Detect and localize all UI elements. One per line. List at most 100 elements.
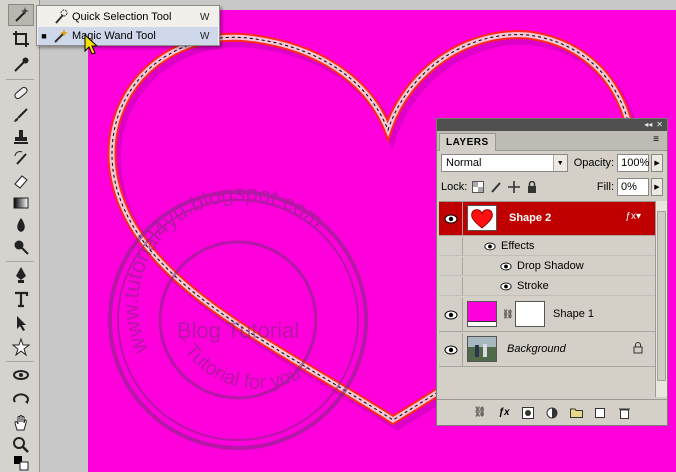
magic-wand-tool[interactable]	[8, 4, 34, 26]
clone-stamp-icon	[14, 130, 28, 144]
opacity-slider-button[interactable]: ▶	[651, 154, 663, 172]
effect-label: Drop Shadow	[517, 260, 584, 272]
quick-selection-shortcut: W	[200, 11, 210, 23]
link-icon[interactable]: ⛓	[502, 309, 513, 320]
layer-thumbnail	[467, 301, 497, 327]
layer-effects-fx-icon[interactable]: ƒx▾	[625, 211, 641, 222]
healing-brush-icon	[14, 86, 28, 100]
dodge-tool[interactable]	[8, 236, 34, 258]
hand-tool[interactable]	[8, 412, 34, 434]
type-icon	[15, 291, 29, 308]
layers-panel-footer: ⛓ ƒx	[437, 399, 667, 425]
blend-mode-select[interactable]: Normal ▼	[441, 154, 568, 172]
layer-thumbnail	[467, 336, 497, 362]
visibility-eye-icon[interactable]	[499, 280, 513, 292]
brush-tool[interactable]	[8, 104, 34, 126]
adjustment-layer-icon[interactable]	[545, 406, 559, 420]
lock-all-icon[interactable]	[525, 180, 539, 194]
lock-image-icon[interactable]	[489, 180, 503, 194]
eraser-tool[interactable]	[8, 170, 34, 192]
add-mask-icon[interactable]	[521, 406, 535, 420]
collapse-icon[interactable]: ◂◂	[644, 121, 652, 129]
dodge-icon	[14, 240, 29, 255]
eyedropper-tool[interactable]	[8, 54, 34, 76]
color-swatches[interactable]	[8, 452, 34, 472]
hand-icon	[14, 415, 27, 431]
lock-position-icon[interactable]	[507, 180, 521, 194]
eraser-icon	[14, 175, 28, 189]
panel-menu-icon[interactable]: ≡	[649, 135, 663, 147]
quick-selection-tool-item[interactable]: Quick Selection Tool W	[38, 8, 218, 26]
quick-selection-icon	[50, 9, 72, 25]
blend-mode-value: Normal	[446, 157, 482, 169]
quick-selection-label: Quick Selection Tool	[72, 11, 172, 23]
history-brush-icon	[14, 151, 27, 165]
fill-slider-button[interactable]: ▶	[651, 178, 663, 196]
eyedropper-icon	[14, 57, 29, 72]
opacity-input[interactable]: 100%	[617, 154, 649, 172]
layer-style-fx-icon[interactable]: ƒx	[497, 406, 511, 420]
effect-stroke-row[interactable]: Stroke	[439, 277, 655, 296]
layer-row-shape-2[interactable]: Shape 2 ƒx▾	[439, 202, 655, 236]
effect-drop-shadow-row[interactable]: Drop Shadow	[439, 257, 655, 276]
visibility-eye-icon[interactable]	[444, 309, 458, 321]
chevron-down-icon: ▼	[552, 155, 567, 171]
layer-name: Shape 2	[509, 212, 552, 224]
3d-orbit-icon	[13, 393, 29, 404]
custom-shape-tool[interactable]	[8, 336, 34, 358]
magic-wand-icon	[15, 7, 29, 22]
history-brush-tool[interactable]	[8, 148, 34, 170]
layer-thumbnail	[467, 205, 497, 231]
3d-orbit-tool[interactable]	[8, 388, 34, 410]
path-selection-icon	[17, 316, 26, 331]
fill-input[interactable]: 0%	[617, 178, 649, 196]
pen-tool[interactable]	[8, 264, 34, 286]
visibility-eye-icon[interactable]	[444, 213, 458, 225]
layer-list: Shape 2 ƒx▾ Effects Drop Shadow Stroke ⛓	[439, 201, 655, 397]
fill-label: Fill:	[596, 181, 614, 193]
path-selection-tool[interactable]	[8, 312, 34, 334]
crop-tool[interactable]	[8, 28, 34, 50]
tools-panel	[0, 0, 40, 472]
healing-brush-tool[interactable]	[8, 82, 34, 104]
type-tool[interactable]	[8, 288, 34, 310]
pen-icon	[16, 267, 26, 283]
effects-label: Effects	[501, 240, 535, 252]
panel-titlebar[interactable]: ◂◂ ✕	[437, 119, 667, 131]
custom-shape-icon	[12, 338, 30, 356]
brush-icon	[14, 108, 28, 122]
color-swatches-icon	[14, 456, 29, 471]
magic-wand-tool-item[interactable]: ■ Magic Wand Tool W	[38, 27, 218, 45]
layers-panel: ◂◂ ✕ LAYERS ≡ Normal ▼ Opacity: 100% ▶ L…	[436, 118, 668, 426]
magic-wand-icon	[50, 28, 72, 44]
crop-icon	[13, 31, 29, 47]
new-group-folder-icon[interactable]	[569, 406, 583, 420]
lock-transparent-icon[interactable]	[471, 180, 485, 194]
layer-row-shape-1[interactable]: ⛓ Shape 1	[439, 298, 655, 332]
opacity-label: Opacity:	[573, 157, 615, 169]
trash-icon[interactable]	[617, 406, 631, 420]
mouse-cursor-icon	[84, 34, 98, 55]
effects-row[interactable]: Effects	[439, 237, 655, 256]
magic-wand-shortcut: W	[200, 30, 210, 42]
clone-stamp-tool[interactable]	[8, 126, 34, 148]
visibility-eye-icon[interactable]	[483, 240, 497, 252]
gradient-tool[interactable]	[8, 192, 34, 214]
effect-label: Stroke	[517, 280, 549, 292]
selection-tool-flyout: Quick Selection Tool W ■ Magic Wand Tool…	[36, 5, 220, 46]
lock-icon	[633, 342, 643, 357]
link-layers-icon[interactable]: ⛓	[473, 406, 487, 420]
new-layer-icon[interactable]	[593, 406, 607, 420]
active-tool-bullet: ■	[41, 31, 47, 41]
tab-layers[interactable]: LAYERS	[439, 133, 496, 151]
scrollbar-thumb[interactable]	[657, 211, 666, 381]
3d-rotate-tool[interactable]	[8, 364, 34, 386]
blur-tool[interactable]	[8, 214, 34, 236]
layers-scrollbar[interactable]	[655, 201, 667, 397]
close-icon[interactable]: ✕	[656, 121, 663, 129]
visibility-eye-icon[interactable]	[499, 260, 513, 272]
layer-row-background[interactable]: Background	[439, 333, 655, 367]
layer-name: Background	[507, 343, 566, 355]
visibility-eye-icon[interactable]	[444, 344, 458, 356]
layer-mask-thumbnail	[515, 301, 545, 327]
